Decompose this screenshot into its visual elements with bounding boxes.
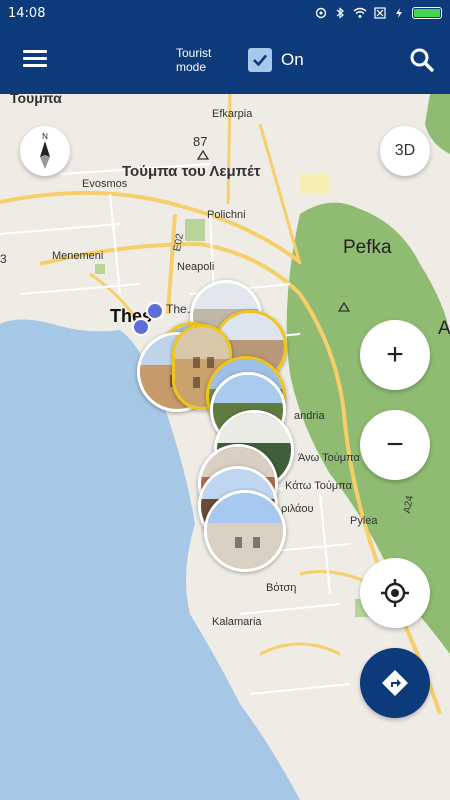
zoom-in-button[interactable]: + [360,320,430,390]
peak-icon [197,150,209,160]
poi-photo-marker[interactable] [204,490,286,572]
map-label-voti: Βότση [266,582,297,594]
compass-button[interactable]: N [20,126,70,176]
plus-icon: + [386,338,404,371]
map-label-pilaiou: ριλάου [281,503,314,515]
map-label-ano-toumpa: Άνω Τούμπα [298,452,360,464]
map-label-polichni: Polichni [207,209,246,221]
map-label-elevation: 87 [193,134,208,149]
no-sim-icon [374,7,386,19]
app-bar: Tourist mode On [0,26,450,94]
menu-button[interactable] [14,46,56,76]
map-label-kalamaria: Kalamaria [212,616,262,628]
sync-icon [315,7,327,19]
map-label-pefka: Pefka [343,237,392,258]
map-label-evosmos: Evosmos [82,178,128,190]
map-view[interactable]: Τουμπα Efkarpia 87 Τούμπα του Λεμπέτ Evo… [0,94,450,800]
map-label-neapoli: Neapoli [177,261,215,273]
status-bar: 14:08 [0,0,450,26]
minus-icon: − [386,428,404,461]
wifi-icon [353,7,367,18]
search-icon [410,48,434,72]
check-icon [253,54,267,67]
crosshair-icon [381,579,409,607]
hamburger-icon [23,50,47,53]
tourist-mode-state: On [281,50,304,69]
map-label-efkarpia: Efkarpia [212,108,253,120]
search-button[interactable] [408,46,436,74]
battery-icon [412,7,442,19]
compass-icon: N [40,132,50,169]
railway-station-icon[interactable] [146,302,164,320]
tourist-mode-label: Tourist mode [176,46,212,74]
map-label-toumpa-lembet: Τούμπα του Λεμπέτ [122,163,261,180]
my-location-button[interactable] [360,558,430,628]
tourist-mode-checkbox[interactable] [248,48,272,72]
railway-station-icon-2[interactable] [132,318,150,336]
map-label-a-right: A [438,318,450,339]
status-time: 14:08 [8,5,46,21]
3d-label: 3D [394,142,416,159]
bluetooth-icon [336,7,344,19]
map-label-andria: andria [294,410,325,422]
3d-toggle-button[interactable]: 3D [380,126,430,176]
zoom-out-button[interactable]: − [360,410,430,480]
svg-text:N: N [42,132,48,141]
charging-icon [396,8,402,18]
map-label-kato-toumpa: Κάτω Τούμπα [285,480,352,492]
directions-button[interactable] [360,648,430,718]
map-label-toumpa-top: Τουμπα [10,94,62,106]
map-label-menemeni: Menemeni [52,250,104,262]
directions-icon [382,670,408,696]
status-icons [315,7,442,19]
peak-icon-2 [338,302,350,312]
map-label-pylea: Pylea [350,515,378,527]
map-label-three: 3 [0,252,7,266]
